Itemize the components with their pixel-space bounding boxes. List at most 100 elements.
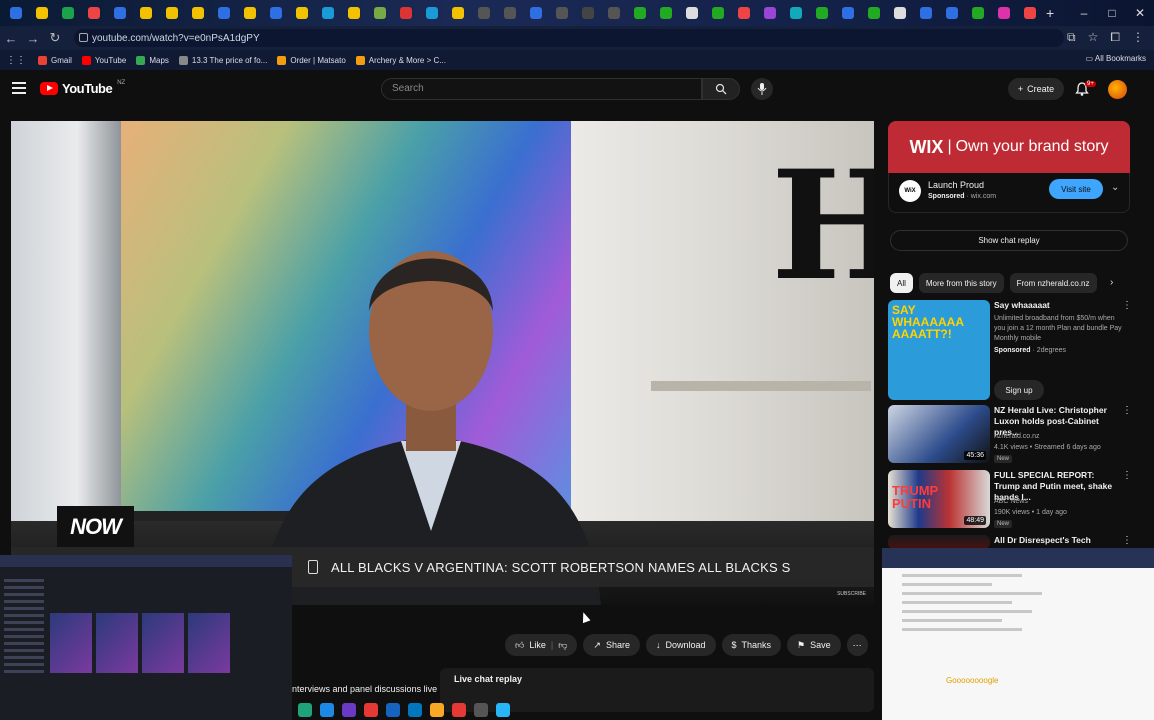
share-button[interactable]: ↗ Share [583, 634, 640, 656]
recommendation-item[interactable]: TRUMP PUTIN 48:49 FULL SPECIAL REPORT: Tr… [888, 470, 1138, 530]
video-player[interactable]: H NOW ALL BLACKS V ARGENTINA: SCOTT ROBE… [11, 121, 874, 605]
youtube-logo[interactable]: YouTube NZ [40, 80, 125, 96]
advertiser-logo[interactable]: WiX [899, 180, 921, 202]
browser-tab[interactable] [550, 4, 573, 22]
browser-tab[interactable] [602, 4, 625, 22]
browser-tab[interactable] [212, 4, 235, 22]
sponsored-recommendation[interactable]: SAY WHAAAAAA AAAATT?! Say whaaaaat Unlim… [888, 300, 1138, 400]
browser-tab[interactable] [940, 4, 963, 22]
hamburger-menu-icon[interactable] [12, 82, 26, 96]
browser-tab[interactable] [264, 4, 287, 22]
taskbar-app-icon[interactable] [298, 703, 312, 717]
more-options-icon[interactable]: ⋮ [1122, 405, 1132, 416]
bookmark-matsato[interactable]: Order | Matsato [277, 55, 346, 65]
bookmark-maps[interactable]: Maps [136, 55, 169, 65]
browser-tab[interactable] [472, 4, 495, 22]
browser-tab[interactable] [498, 4, 521, 22]
thanks-button[interactable]: $ Thanks [721, 634, 782, 656]
browser-tab[interactable] [1018, 4, 1041, 22]
browser-tab[interactable] [394, 4, 417, 22]
ad-thumbnail[interactable]: SAY WHAAAAAA AAAATT?! [888, 300, 990, 400]
menu-icon[interactable]: ⋮ [1132, 30, 1144, 45]
browser-tab[interactable] [914, 4, 937, 22]
ad-banner[interactable]: WIX | Own your brand story [888, 121, 1130, 173]
site-info-icon[interactable] [79, 33, 88, 42]
browser-tab[interactable] [82, 4, 105, 22]
browser-tab[interactable] [966, 4, 989, 22]
address-bar[interactable]: youtube.com/watch?v=e0nPsA1dgPY [74, 29, 1064, 47]
show-chat-replay-button[interactable]: Show chat replay [890, 230, 1128, 251]
description-snippet[interactable]: nterviews and panel discussions live [292, 684, 437, 694]
browser-tab[interactable] [238, 4, 261, 22]
save-button[interactable]: ⚑ Save [787, 634, 841, 656]
browser-tab[interactable] [836, 4, 859, 22]
browser-tab[interactable] [628, 4, 651, 22]
browser-tab[interactable] [810, 4, 833, 22]
new-tab-button[interactable]: + [1046, 5, 1054, 21]
video-thumbnail[interactable] [888, 535, 990, 549]
account-avatar[interactable] [1108, 80, 1127, 99]
browser-tab[interactable] [732, 4, 755, 22]
more-options-icon[interactable]: ⋮ [1122, 535, 1132, 546]
more-actions-button[interactable]: ⋯ [846, 634, 868, 656]
forward-icon[interactable]: → [22, 31, 44, 46]
chevron-right-icon[interactable]: › [1110, 277, 1113, 288]
recommendation-item[interactable]: 45:36 NZ Herald Live: Christopher Luxon … [888, 405, 1138, 465]
chip-all[interactable]: All [890, 273, 913, 293]
bookmark-archery[interactable]: Archery & More > C... [355, 55, 446, 65]
bookmark-star-icon[interactable]: ☆ [1088, 30, 1099, 45]
browser-tab[interactable] [4, 4, 27, 22]
subscribe-watermark[interactable]: SUBSCRIBE [837, 591, 866, 597]
bookmark-gmail[interactable]: Gmail [38, 55, 72, 65]
chip-more-from-story[interactable]: More from this story [918, 273, 1004, 293]
channel-name[interactable]: ABC News [994, 496, 1028, 507]
extensions-icon[interactable]: ⧠ [1110, 30, 1120, 45]
search-button[interactable] [702, 78, 740, 100]
browser-tab[interactable] [30, 4, 53, 22]
more-options-icon[interactable]: ⋮ [1122, 300, 1132, 311]
browser-tab[interactable] [888, 4, 911, 22]
taskbar-app-icon[interactable] [474, 703, 488, 717]
browser-tab[interactable] [134, 4, 157, 22]
download-button[interactable]: ↓ Download [645, 634, 716, 656]
chip-from-nzherald[interactable]: From nzherald.co.nz [1009, 273, 1097, 293]
close-window-button[interactable]: ✕ [1126, 0, 1154, 26]
bookmark-price[interactable]: 13.3 The price of fo... [178, 55, 267, 65]
chevron-down-icon[interactable]: ⌄ [1111, 182, 1119, 193]
sign-up-button[interactable]: Sign up [994, 380, 1044, 400]
browser-tab[interactable] [758, 4, 781, 22]
video-thumbnail[interactable]: 45:36 [888, 405, 990, 463]
browser-tab[interactable] [368, 4, 391, 22]
install-icon[interactable]: ⧉ [1067, 30, 1076, 45]
browser-tab[interactable] [446, 4, 469, 22]
video-thumbnail[interactable]: TRUMP PUTIN 48:49 [888, 470, 990, 528]
browser-tab[interactable] [186, 4, 209, 22]
taskbar-app-icon[interactable] [430, 703, 444, 717]
bookmark-youtube[interactable]: YouTube [81, 55, 126, 65]
all-bookmarks[interactable]: ▭ All Bookmarks [1086, 54, 1146, 63]
browser-tab[interactable] [160, 4, 183, 22]
reload-icon[interactable]: ↻ [44, 30, 66, 46]
browser-tab[interactable] [992, 4, 1015, 22]
ad-rec-title[interactable]: Say whaaaaat [994, 300, 1119, 311]
browser-tab[interactable] [706, 4, 729, 22]
visit-site-button[interactable]: Visit site [1049, 179, 1103, 199]
voice-search-button[interactable] [751, 78, 773, 100]
taskbar-app-icon[interactable] [452, 703, 466, 717]
maximize-button[interactable]: □ [1098, 0, 1126, 26]
taskbar-app-icon[interactable] [364, 703, 378, 717]
more-options-icon[interactable]: ⋮ [1122, 470, 1132, 481]
browser-tab[interactable] [108, 4, 131, 22]
browser-tab[interactable] [56, 4, 79, 22]
browser-tab[interactable] [680, 4, 703, 22]
browser-tab[interactable] [342, 4, 365, 22]
apps-icon[interactable]: ⋮⋮ [6, 55, 26, 66]
browser-tab[interactable] [862, 4, 885, 22]
minimize-button[interactable]: – [1070, 0, 1098, 26]
taskbar-app-icon[interactable] [408, 703, 422, 717]
browser-tab[interactable] [576, 4, 599, 22]
create-button[interactable]: + Create [1008, 78, 1064, 100]
ad-title[interactable]: Launch Proud [928, 180, 984, 190]
browser-tab[interactable] [784, 4, 807, 22]
like-button[interactable]: 👍︎ Like | 👎︎ [505, 634, 578, 656]
